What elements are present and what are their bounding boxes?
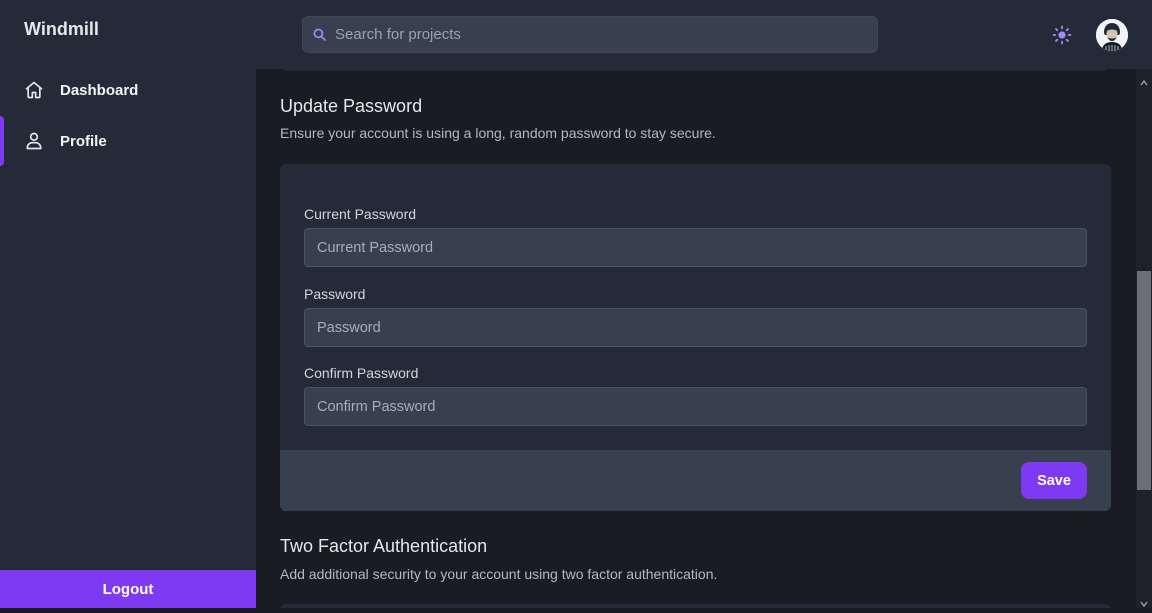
sidebar-item-profile[interactable]: Profile	[0, 116, 256, 166]
save-button[interactable]: Save	[1021, 462, 1087, 499]
main-content: Update Password Ensure your account is u…	[256, 69, 1136, 608]
confirm-password-field[interactable]	[304, 387, 1087, 426]
sidebar: Windmill Dashboard Profile Logout	[0, 0, 256, 608]
page-scrollbar[interactable]	[1136, 69, 1152, 608]
two-factor-description: Add additional security to your account …	[280, 566, 718, 582]
search-icon	[312, 27, 328, 43]
previous-card-edge	[280, 69, 1110, 71]
confirm-password-label: Confirm Password	[304, 365, 419, 381]
search-bar[interactable]	[302, 16, 878, 53]
update-password-description: Ensure your account is using a long, ran…	[280, 125, 716, 141]
current-password-field[interactable]	[304, 228, 1087, 267]
card-footer: Save	[280, 450, 1111, 511]
password-field[interactable]	[304, 308, 1087, 347]
sidebar-item-label: Profile	[60, 132, 107, 150]
password-label: Password	[304, 286, 366, 302]
search-input[interactable]	[335, 17, 865, 52]
top-header	[256, 0, 1152, 69]
user-icon	[24, 131, 44, 151]
sidebar-item-dashboard[interactable]: Dashboard	[0, 65, 256, 115]
update-password-title: Update Password	[280, 96, 423, 116]
sidebar-item-label: Dashboard	[60, 81, 139, 99]
sun-icon[interactable]	[1052, 25, 1072, 45]
scrollbar-thumb[interactable]	[1137, 271, 1151, 490]
current-password-label: Current Password	[304, 206, 417, 222]
scroll-up-icon[interactable]	[1140, 74, 1148, 86]
two-factor-card-edge	[280, 604, 1111, 608]
update-password-card: Current Password Password Confirm Passwo…	[280, 164, 1111, 511]
scroll-down-icon[interactable]	[1140, 595, 1148, 608]
two-factor-title: Two Factor Authentication	[280, 536, 488, 556]
avatar[interactable]	[1096, 19, 1128, 51]
app-logo[interactable]: Windmill	[24, 19, 99, 40]
home-icon	[24, 80, 44, 100]
logout-button[interactable]: Logout	[0, 570, 256, 608]
